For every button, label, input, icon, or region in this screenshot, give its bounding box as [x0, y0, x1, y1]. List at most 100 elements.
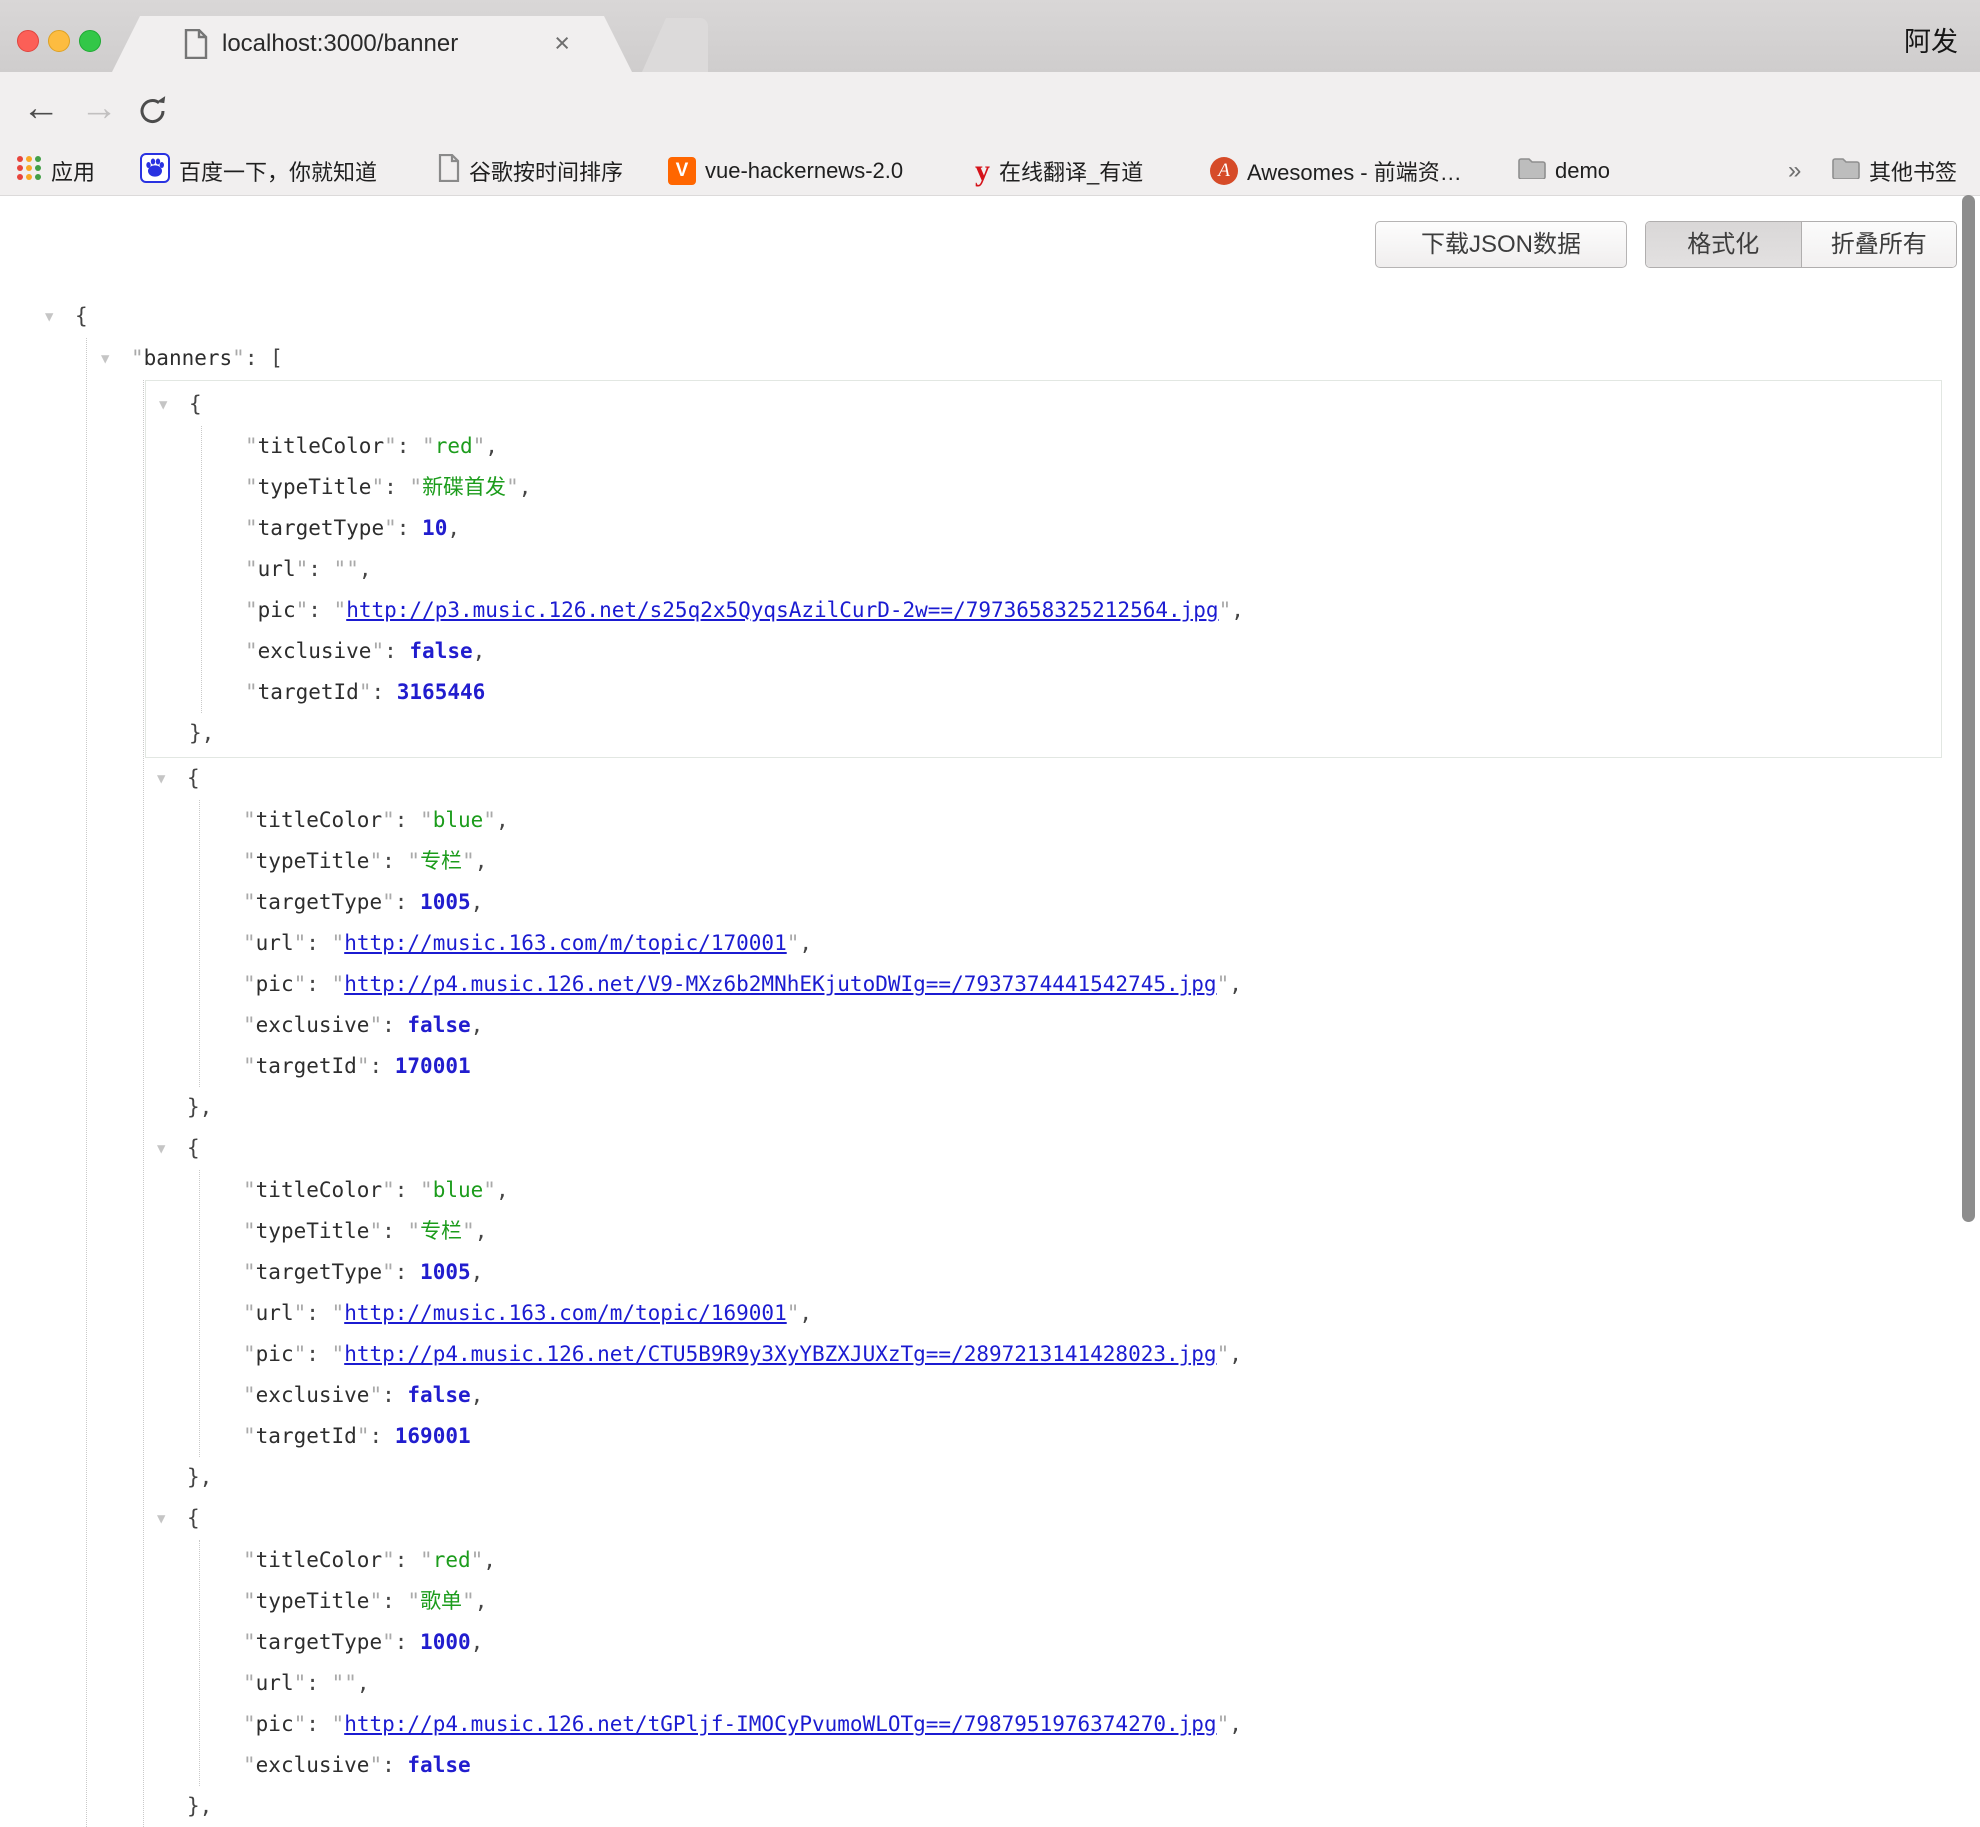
page-icon [438, 154, 460, 188]
browser-tab[interactable]: localhost:3000/banner × [112, 16, 632, 72]
bookmark-label: vue-hackernews-2.0 [705, 158, 903, 184]
vue-icon: V [668, 157, 696, 185]
collapse-all-button[interactable]: 折叠所有 [1802, 222, 1957, 267]
back-button-icon[interactable]: ← [22, 86, 60, 130]
json-field-row: "targetType": 1000, [200, 1622, 1960, 1663]
json-array-item: ▼{"titleColor": "blue","typeTitle": "专栏"… [144, 758, 1960, 1128]
json-field-row: "titleColor": "blue", [200, 800, 1960, 841]
json-field-row: "url": "", [200, 1663, 1960, 1704]
json-field-row: "targetType": 10, [202, 508, 1941, 549]
collapse-toggle-icon[interactable]: ▼ [157, 759, 187, 800]
reload-button-icon[interactable] [136, 94, 170, 133]
bookmark-label: demo [1555, 158, 1610, 184]
profile-name[interactable]: 阿发 [1904, 20, 1958, 59]
tab-close-icon[interactable]: × [554, 28, 570, 58]
page-favicon-icon [184, 29, 208, 64]
collapse-toggle-icon[interactable]: ▼ [159, 385, 189, 426]
json-field-row: "titleColor": "blue", [200, 1170, 1960, 1211]
json-url-link[interactable]: http://p4.music.126.net/V9-MXz6b2MNhEKju… [344, 972, 1216, 996]
browser-toolbar: ← → ⓘ localhost:3000/banner ☆ V 英 FE T [0, 72, 1980, 146]
collapse-toggle-icon[interactable]: ▼ [45, 297, 75, 338]
json-array-item: ▼{"titleColor": "red","typeTitle": "歌单",… [144, 1498, 1960, 1827]
json-field-row: "titleColor": "red", [200, 1540, 1960, 1581]
json-url-link[interactable]: http://p3.music.126.net/s25q2x5QyqsAzilC… [346, 598, 1218, 622]
bookmark-folder-demo[interactable]: demo [1518, 146, 1610, 195]
json-field-row: "url": "http://music.163.com/m/topic/170… [200, 923, 1960, 964]
other-bookmarks-folder[interactable]: 其他书签 [1832, 146, 1957, 195]
folder-icon [1832, 157, 1860, 185]
json-field-row: "url": "", [202, 549, 1941, 590]
bookmark-label: 谷歌按时间排序 [469, 155, 623, 187]
json-field-row: "targetId": 169001 [200, 1416, 1960, 1457]
json-object-close: }, [144, 1786, 1960, 1827]
bookmark-label: 其他书签 [1869, 155, 1957, 187]
folder-icon [1518, 157, 1546, 185]
json-field-row: "targetId": 170001 [200, 1046, 1960, 1087]
json-field-row: "pic": "http://p3.music.126.net/s25q2x5Q… [202, 590, 1941, 631]
bookmark-label: 百度一下，你就知道 [179, 155, 377, 187]
collapse-toggle-icon[interactable]: ▼ [157, 1499, 187, 1540]
json-field-row: "targetType": 1005, [200, 1252, 1960, 1293]
baidu-icon [140, 153, 170, 189]
minimize-window-button[interactable] [48, 30, 70, 52]
chevron-label: » [1788, 157, 1801, 185]
json-field-row: "targetType": 1005, [200, 882, 1960, 923]
json-field-row: "exclusive": false, [200, 1005, 1960, 1046]
json-field-row: "exclusive": false, [202, 631, 1941, 672]
json-url-link[interactable]: http://music.163.com/m/topic/170001 [344, 931, 787, 955]
json-array-open: ▼"banners": [ [87, 338, 1960, 380]
json-url-link[interactable]: http://music.163.com/m/topic/169001 [344, 1301, 787, 1325]
json-array-item: ▼{"titleColor": "blue","typeTitle": "专栏"… [144, 1128, 1960, 1498]
json-field-row: "pic": "http://p4.music.126.net/CTU5B9R9… [200, 1334, 1960, 1375]
json-root-open: ▼{ [0, 296, 1960, 338]
download-json-button[interactable]: 下载JSON数据 [1375, 221, 1627, 268]
forward-button-icon[interactable]: → [80, 86, 118, 130]
bookmark-youdao[interactable]: y 在线翻译_有道 [975, 146, 1143, 195]
json-array-item: ▼{"titleColor": "red","typeTitle": "新碟首发… [145, 380, 1942, 758]
bookmark-awesomes[interactable]: A Awesomes - 前端资… [1210, 146, 1462, 195]
bookmark-apps[interactable]: 应用 [16, 146, 95, 195]
awesomes-icon: A [1210, 157, 1238, 185]
collapse-toggle-icon[interactable]: ▼ [157, 1129, 187, 1170]
tab-title: localhost:3000/banner [222, 30, 458, 58]
scrollbar-thumb[interactable] [1962, 195, 1975, 1222]
json-field-row: "url": "http://music.163.com/m/topic/169… [200, 1293, 1960, 1334]
json-object-close: }, [144, 1087, 1960, 1128]
bookmark-baidu[interactable]: 百度一下，你就知道 [140, 146, 377, 195]
json-field-row: "typeTitle": "专栏", [200, 1211, 1960, 1252]
tab-bar: localhost:3000/banner × 阿发 [0, 0, 1980, 72]
bookmark-google-sort[interactable]: 谷歌按时间排序 [438, 146, 623, 195]
json-object-close: }, [144, 1457, 1960, 1498]
json-field-row: "pic": "http://p4.music.126.net/tGPljf-I… [200, 1704, 1960, 1745]
json-field-row: "exclusive": false, [200, 1375, 1960, 1416]
bookmark-label: 应用 [51, 155, 95, 187]
json-field-row: "exclusive": false [200, 1745, 1960, 1786]
format-button[interactable]: 格式化 [1646, 222, 1802, 267]
bookmark-label: Awesomes - 前端资… [1247, 155, 1462, 187]
collapse-toggle-icon[interactable]: ▼ [101, 339, 131, 380]
youdao-icon: y [975, 158, 990, 184]
new-tab-button[interactable] [642, 18, 708, 72]
json-field-row: "typeTitle": "专栏", [200, 841, 1960, 882]
json-field-row: "typeTitle": "新碟首发", [202, 467, 1941, 508]
bookmarks-overflow-chevron[interactable]: » [1788, 146, 1801, 195]
page-content: 下载JSON数据 格式化 折叠所有 ▼{▼"banners": [▼{"titl… [0, 196, 1980, 1754]
bookmarks-bar: 应用 百度一下，你就知道 谷歌按时间排序 V vue-hackernews-2.… [0, 146, 1980, 196]
json-field-row: "targetId": 3165446 [202, 672, 1941, 713]
json-field-row: "pic": "http://p4.music.126.net/V9-MXz6b… [200, 964, 1960, 1005]
zoom-window-button[interactable] [79, 30, 101, 52]
json-field-row: "typeTitle": "歌单", [200, 1581, 1960, 1622]
json-tree: ▼{▼"banners": [▼{"titleColor": "red","ty… [0, 296, 1960, 1827]
close-window-button[interactable] [17, 30, 39, 52]
json-field-row: "titleColor": "red", [202, 426, 1941, 467]
json-url-link[interactable]: http://p4.music.126.net/CTU5B9R9y3XyYBZX… [344, 1342, 1216, 1366]
json-object-open: ▼{ [144, 1498, 1960, 1540]
bookmark-label: 在线翻译_有道 [999, 155, 1143, 187]
json-object-open: ▼{ [144, 1128, 1960, 1170]
view-mode-toggle: 格式化 折叠所有 [1645, 221, 1957, 268]
json-object-open: ▼{ [144, 758, 1960, 800]
json-url-link[interactable]: http://p4.music.126.net/tGPljf-IMOCyPvum… [344, 1712, 1216, 1736]
json-object-close: }, [146, 713, 1941, 754]
bookmark-vue-hackernews[interactable]: V vue-hackernews-2.0 [668, 146, 903, 195]
apps-grid-icon [16, 155, 42, 187]
